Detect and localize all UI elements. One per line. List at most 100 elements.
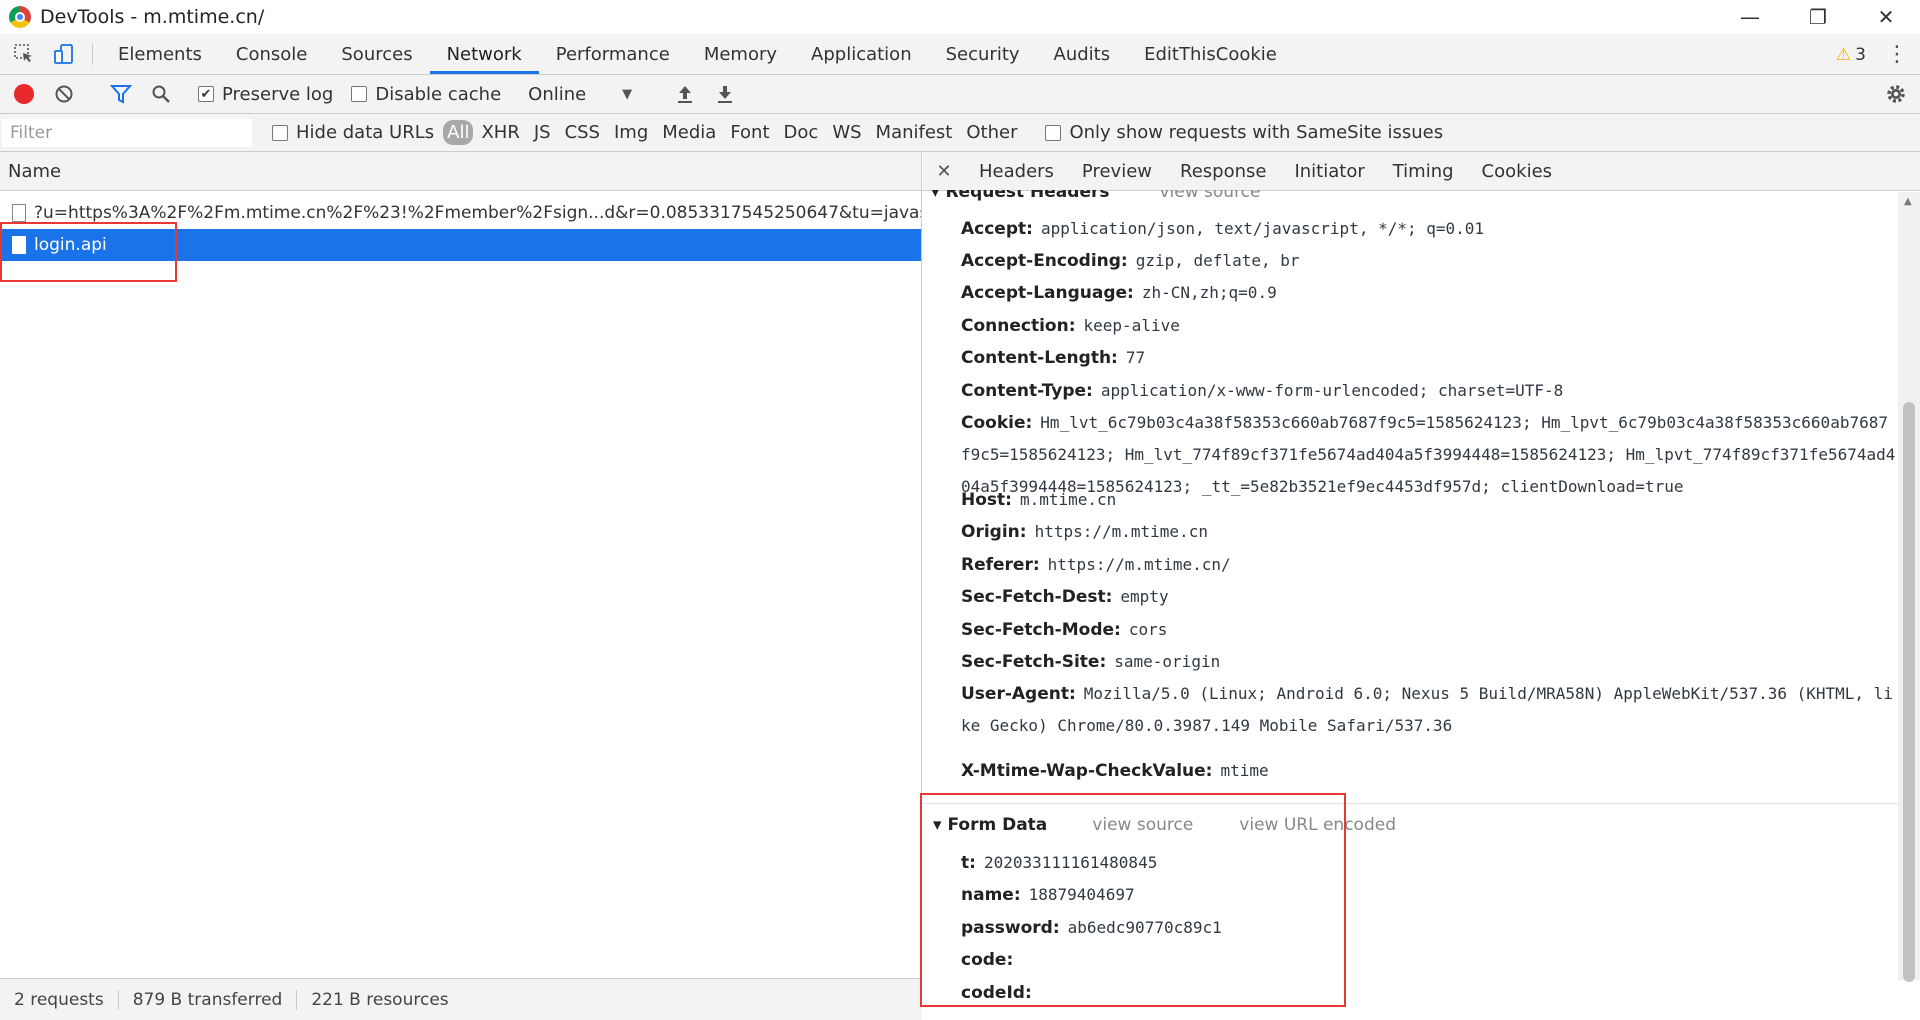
detail-tab-initiator[interactable]: Initiator [1280,161,1378,182]
preserve-log-checkbox[interactable]: ✔ Preserve log [198,84,333,105]
filter-type-font[interactable]: Font [724,120,775,145]
filter-type-media[interactable]: Media [656,120,722,145]
search-button[interactable] [141,75,181,114]
filter-type-js[interactable]: JS [528,120,557,145]
samesite-issues-checkbox[interactable]: Only show requests with SameSite issues [1045,122,1443,143]
form-data-section-header[interactable]: ▾ Form Data view source view URL encoded [933,812,1396,838]
device-toolbar-icon[interactable] [44,34,84,74]
details-scrollbar[interactable]: ▲ [1898,192,1920,982]
gear-icon [1887,85,1905,103]
filter-type-all[interactable]: All [443,120,474,145]
clear-button[interactable] [44,75,84,114]
request-row[interactable]: login.api [0,229,921,261]
record-button[interactable] [4,75,44,114]
throttling-select[interactable]: Online ▼ [528,84,648,105]
more-options-icon[interactable]: ⋮ [1882,34,1912,75]
form-data-row: t: 202033111161480845 [961,847,1896,879]
tab-editthiscookie[interactable]: EditThisCookie [1127,34,1294,74]
request-header-row: Connection: keep-alive [961,310,1896,342]
name-column-header[interactable]: Name [0,152,921,191]
view-url-encoded-link[interactable]: view URL encoded [1239,815,1396,835]
tab-audits[interactable]: Audits [1037,34,1128,74]
filter-type-img[interactable]: Img [608,120,654,145]
detail-tab-timing[interactable]: Timing [1379,161,1468,182]
preserve-log-label: Preserve log [222,83,334,105]
form-data-row: name: 18879404697 [961,879,1896,911]
warnings-indicator[interactable]: ⚠ 3 [1836,34,1866,75]
warning-icon: ⚠ [1835,44,1852,65]
main-tabs: Elements Console Sources Network Performance… [101,34,1294,74]
tab-network[interactable]: Network [429,34,539,74]
search-icon [152,85,170,103]
header-key: Accept-Encoding: [961,251,1128,271]
filter-type-xhr[interactable]: XHR [475,120,525,145]
view-source-link[interactable]: view source [1159,190,1260,202]
minimize-button[interactable]: — [1716,0,1784,34]
file-icon [12,204,26,222]
form-data-row: password: ab6edc90770c89c1 [961,912,1896,944]
hide-data-urls-checkbox[interactable]: Hide data URLs [272,122,434,143]
detail-tab-headers[interactable]: Headers [965,161,1068,182]
request-header-row: Sec-Fetch-Dest: empty [961,581,1896,613]
header-value: gzip, deflate, br [1135,251,1300,270]
scroll-up-arrow-icon[interactable]: ▲ [1904,196,1912,207]
close-window-button[interactable]: ✕ [1852,0,1920,34]
upload-icon [678,86,693,103]
request-headers-section-header[interactable]: ▾ Request Headers view source [931,190,1891,208]
header-value: empty [1120,587,1169,606]
detail-tab-cookies[interactable]: Cookies [1468,161,1566,182]
request-header-row: Host: m.mtime.cn [961,484,1896,516]
filter-type-manifest[interactable]: Manifest [870,120,959,145]
request-header-row: Accept: application/json, text/javascript… [961,213,1896,245]
form-value: 18879404697 [1028,885,1135,904]
scrollbar-thumb[interactable] [1903,402,1915,982]
tab-application[interactable]: Application [794,34,929,74]
form-value: 202033111161480845 [983,853,1158,872]
tab-sources[interactable]: Sources [324,34,429,74]
tab-elements[interactable]: Elements [101,34,219,74]
request-header-row: Content-Length: 77 [961,342,1896,374]
request-header-row: Content-Type: application/x-www-form-urle… [961,375,1896,407]
tab-console[interactable]: Console [219,34,324,74]
header-key: Cookie: [961,413,1033,433]
window-title: DevTools - m.mtime.cn/ [40,6,265,28]
tab-memory[interactable]: Memory [687,34,794,74]
toolbar-divider [92,43,93,65]
filter-type-ws[interactable]: WS [826,120,867,145]
tab-performance[interactable]: Performance [539,34,687,74]
header-key: Sec-Fetch-Dest: [961,587,1113,607]
header-value: application/x-www-form-urlencoded; chars… [1100,381,1564,400]
tab-security[interactable]: Security [929,34,1037,74]
clear-icon [55,85,73,103]
filter-type-other[interactable]: Other [960,120,1023,145]
form-data-row: codeId: [961,977,1896,1009]
inspect-element-icon[interactable] [4,34,44,74]
download-icon [718,86,733,103]
header-key: Accept-Language: [961,283,1134,303]
detail-tab-preview[interactable]: Preview [1068,161,1166,182]
form-key: codeId: [961,983,1032,1003]
header-value: Mozilla/5.0 (Linux; Android 6.0; Nexus 5… [961,684,1893,735]
filter-type-css[interactable]: CSS [559,120,606,145]
filter-type-doc[interactable]: Doc [778,120,825,145]
detail-tabs: ✕ Headers Preview Response Initiator Timing C… [923,152,1920,191]
request-list-pane: Name ?u=https%3A%2F%2Fm.mtime.cn%2F%23!%… [0,152,922,1020]
import-har-button[interactable] [665,75,705,114]
request-row[interactable]: ?u=https%3A%2F%2Fm.mtime.cn%2F%23!%2Fmem… [0,197,921,229]
network-settings-button[interactable] [1876,75,1916,114]
request-details-pane: ✕ Headers Preview Response Initiator Timing C… [923,152,1920,1020]
detail-tab-response[interactable]: Response [1166,161,1280,182]
close-details-icon[interactable]: ✕ [923,161,965,182]
filter-button[interactable] [101,75,141,114]
filter-input[interactable]: Filter [2,118,252,147]
file-icon [12,236,26,254]
form-data-row: code: [961,944,1896,976]
disable-cache-checkbox[interactable]: Disable cache [351,84,501,105]
view-source-link[interactable]: view source [1092,815,1193,835]
restore-button[interactable]: ❐ [1784,0,1852,34]
header-key: Sec-Fetch-Mode: [961,620,1121,640]
header-value: zh-CN,zh;q=0.9 [1141,283,1277,302]
header-value: 77 [1125,348,1146,367]
export-har-button[interactable] [705,75,745,114]
request-header-row: Origin: https://m.mtime.cn [961,516,1896,548]
